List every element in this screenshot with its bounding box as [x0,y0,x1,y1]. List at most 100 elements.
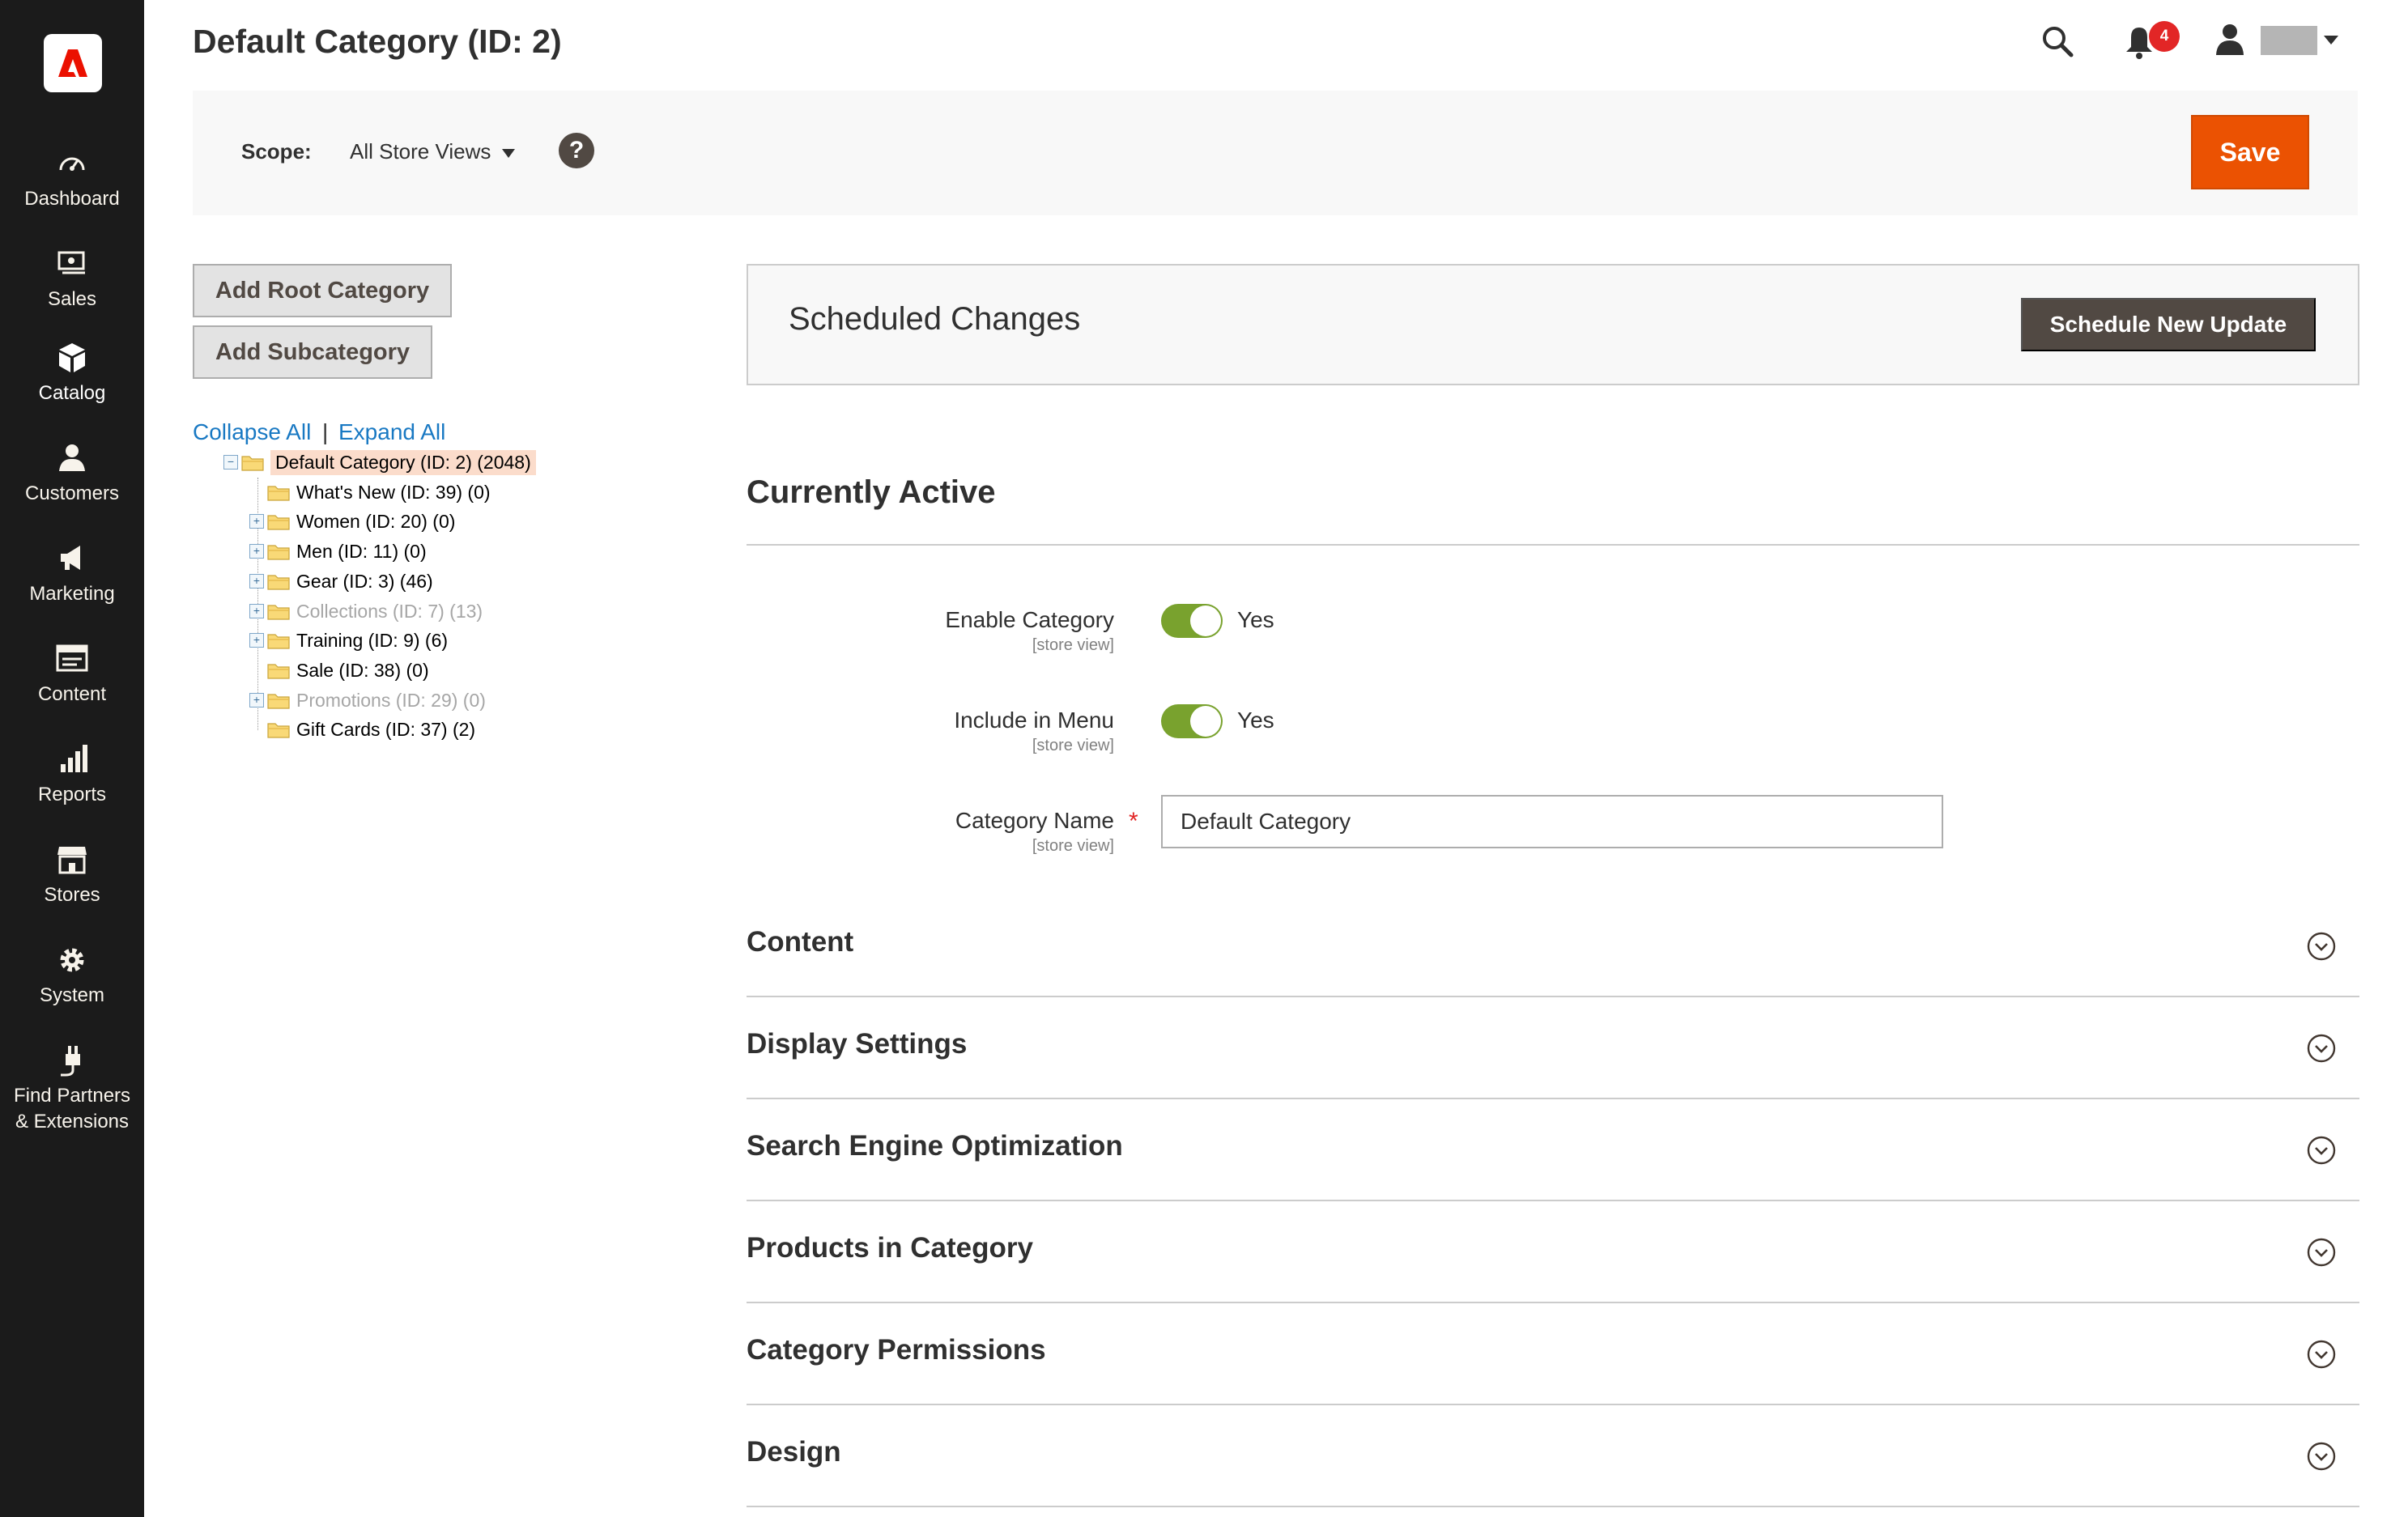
folder-icon [267,634,290,649]
collapse-all-link[interactable]: Collapse All [193,419,311,445]
collapsible-section[interactable]: Search Engine Optimization [747,1099,2359,1201]
adobe-logo-icon [58,49,87,77]
tree-node-label[interactable]: Gear (ID: 3) (46) [296,571,433,593]
expand-node-icon[interactable]: + [249,633,264,648]
chevron-down-icon[interactable] [2306,931,2337,962]
collapsible-section[interactable]: Category Permissions [747,1303,2359,1405]
global-search-button[interactable] [2040,24,2074,62]
tree-node[interactable]: + Collections (ID: 7) (13) [249,597,483,625]
expand-node-icon[interactable]: + [249,604,264,618]
include-in-menu-toggle[interactable] [1161,704,1223,738]
help-icon[interactable]: ? [559,133,594,168]
content-icon [56,644,88,672]
tree-node[interactable]: + Training (ID: 9) (6) [249,627,448,654]
collapse-node-icon[interactable]: − [223,455,238,470]
tree-node[interactable]: What's New (ID: 39) (0) [249,478,491,506]
category-name-label: Category Name [955,808,1114,833]
tree-node-label[interactable]: Promotions (ID: 29) (0) [296,690,486,712]
tree-node-label[interactable]: What's New (ID: 39) (0) [296,482,491,504]
sidebar-item-label: Dashboard [24,188,120,210]
sidebar-item-label: Stores [44,884,100,906]
tree-node[interactable]: − Default Category (ID: 2) (2048) [223,448,536,476]
collapsible-section[interactable]: Content [747,895,2359,997]
reports-icon [61,745,87,772]
add-subcategory-button[interactable]: Add Subcategory [193,325,432,379]
section-title: Category Permissions [747,1334,1046,1366]
tree-node-label[interactable]: Sale (ID: 38) (0) [296,660,429,682]
tree-node-label[interactable]: Default Category (ID: 2) (2048) [270,449,536,475]
sales-icon [57,251,85,274]
tree-node[interactable]: Sale (ID: 38) (0) [249,657,429,684]
section-title: Content [747,926,854,958]
sidebar-item-marketing[interactable]: Marketing [0,541,144,607]
sidebar-item-reports[interactable]: Reports [0,742,144,808]
sidebar-item-label-line2: & Extensions [15,1111,130,1132]
user-account-button[interactable] [2214,23,2246,61]
collapsible-section[interactable]: Design [747,1405,2359,1507]
chevron-down-icon[interactable] [502,149,515,158]
section-title: Design [747,1436,841,1468]
section-divider [747,1506,2359,1507]
tree-node-label[interactable]: Men (ID: 11) (0) [296,541,427,563]
tree-node-label[interactable]: Training (ID: 9) (6) [296,630,448,652]
tree-node[interactable]: Gift Cards (ID: 37) (2) [249,716,475,743]
sidebar-item-sales[interactable]: Sales [0,246,144,312]
save-button[interactable]: Save [2191,115,2309,189]
schedule-new-update-button[interactable]: Schedule New Update [2021,298,2316,351]
sidebar-item-stores[interactable]: Stores [0,842,144,908]
collapsible-section[interactable]: Display Settings [747,997,2359,1099]
sidebar-item-catalog[interactable]: Catalog [0,340,144,406]
category-name-input[interactable] [1161,795,1943,848]
enable-category-scope: [store view] [1032,636,1114,654]
scheduled-changes-title: Scheduled Changes [789,301,1081,337]
plug-icon [61,1046,80,1077]
include-in-menu-label: Include in Menu [954,708,1114,733]
expand-node-icon[interactable]: + [249,544,264,559]
chevron-down-icon[interactable] [2306,1033,2337,1064]
section-title: Search Engine Optimization [747,1130,1123,1162]
divider [747,544,2359,546]
sidebar-item-label: Marketing [29,583,115,605]
chevron-down-icon[interactable] [2324,36,2338,45]
user-name-placeholder[interactable] [2261,26,2317,55]
chevron-down-icon[interactable] [2306,1441,2337,1472]
folder-icon [241,456,264,471]
sidebar-item-customers[interactable]: Customers [0,440,144,507]
sidebar-item-content[interactable]: Content [0,641,144,708]
collapsible-section[interactable]: Products in Category [747,1201,2359,1303]
admin-sidebar: Dashboard Sales Catalog Customers Market… [0,0,144,1517]
tree-node[interactable]: + Promotions (ID: 29) (0) [249,686,486,714]
chevron-down-icon[interactable] [2306,1135,2337,1166]
scope-bar: Scope: All Store Views ? Save [193,91,2358,215]
enable-category-value: Yes [1237,607,1274,632]
expand-node-icon[interactable]: + [249,514,264,529]
page-title: Default Category (ID: 2) [193,23,562,60]
enable-category-label: Enable Category [945,607,1114,632]
toggle-knob [1190,706,1221,737]
tree-node[interactable]: + Men (ID: 11) (0) [249,538,427,565]
tree-node-label[interactable]: Gift Cards (ID: 37) (2) [296,719,475,741]
toggle-knob [1190,606,1221,636]
tree-node[interactable]: + Women (ID: 20) (0) [249,508,455,535]
folder-icon [267,694,290,709]
scope-switcher[interactable]: All Store Views [350,139,491,164]
expand-all-link[interactable]: Expand All [338,419,445,445]
adobe-logo[interactable] [44,34,102,92]
chevron-down-icon[interactable] [2306,1339,2337,1370]
chevron-down-icon[interactable] [2306,1237,2337,1268]
add-root-category-button[interactable]: Add Root Category [193,264,452,317]
tree-node-label[interactable]: Women (ID: 20) (0) [296,511,455,533]
sidebar-item-dashboard[interactable]: Dashboard [0,146,144,212]
sidebar-item-system[interactable]: System [0,942,144,1009]
enable-category-toggle[interactable] [1161,604,1223,638]
folder-icon [267,605,290,620]
expand-node-icon[interactable]: + [249,574,264,589]
expand-node-icon[interactable]: + [249,693,264,708]
dashboard-icon [59,157,85,171]
sidebar-item-label: Sales [47,288,97,310]
link-separator: | [322,419,329,444]
gear-icon [60,948,84,972]
sidebar-item-find-partners[interactable]: Find Partners & Extensions [0,1043,144,1135]
tree-node-label[interactable]: Collections (ID: 7) (13) [296,601,483,623]
tree-node[interactable]: + Gear (ID: 3) (46) [249,567,433,595]
